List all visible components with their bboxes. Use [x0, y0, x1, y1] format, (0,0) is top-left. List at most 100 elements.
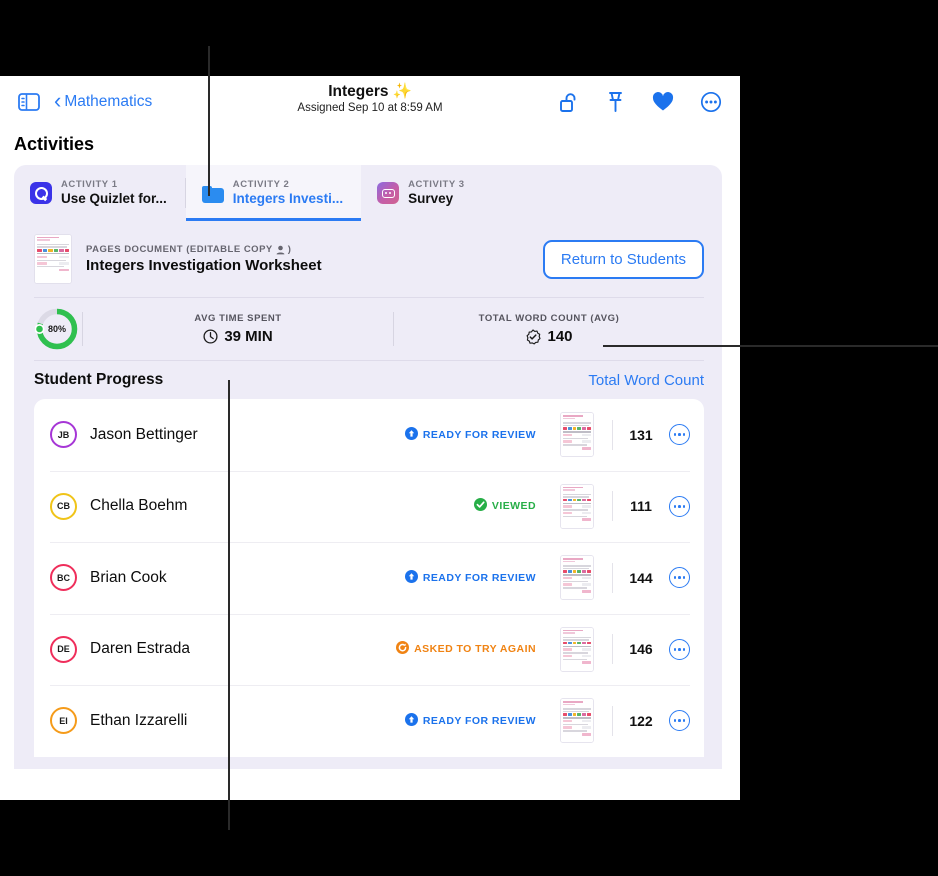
- pin-icon[interactable]: [605, 91, 626, 113]
- submission-thumbnail[interactable]: [560, 698, 594, 744]
- status-badge: READY FOR REVIEW: [404, 712, 536, 729]
- avatar-cb: CB: [50, 492, 77, 520]
- stat-label: TOTAL WORD COUNT (AVG): [478, 313, 620, 324]
- clock-icon: [203, 329, 218, 344]
- document-kicker: PAGES DOCUMENT (EDITABLE COPY ): [86, 244, 529, 255]
- word-count-value: 144: [629, 569, 653, 586]
- submission-thumbnail[interactable]: [560, 483, 594, 529]
- app-window: ‹ Mathematics Integers ✨ Assigned Sep 10…: [0, 76, 740, 800]
- quizlet-icon: [30, 182, 52, 204]
- submission-thumbnail[interactable]: [560, 555, 594, 601]
- student-name: Daren Estrada: [90, 640, 190, 658]
- tab-activity-2[interactable]: ACTIVITY 2 Integers Investi...: [185, 165, 362, 221]
- status-label: ASKED TO TRY AGAIN: [414, 643, 536, 656]
- folder-icon: [201, 182, 224, 204]
- tab-label: Survey: [408, 190, 454, 206]
- document-kicker-text: PAGES DOCUMENT (EDITABLE COPY: [86, 244, 273, 255]
- row-more-button[interactable]: [669, 567, 690, 589]
- student-progress-title: Student Progress: [34, 371, 164, 388]
- word-count-value: 146: [629, 641, 653, 658]
- avatar-jb: JB: [50, 421, 77, 449]
- student-name: Chella Boehm: [90, 497, 188, 515]
- activity-card: ACTIVITY 1 Use Quizlet for... ACTIVITY 2…: [14, 165, 722, 769]
- stat-total-word-count: TOTAL WORD COUNT (AVG) 140: [394, 313, 704, 345]
- stat-value: 140: [547, 328, 573, 345]
- callout-line-avg-time: [228, 380, 230, 830]
- student-name: Ethan Izzarelli: [90, 711, 188, 729]
- status-icon-ready: [404, 712, 418, 729]
- submission-thumbnail[interactable]: [560, 412, 594, 458]
- return-to-students-button[interactable]: Return to Students: [542, 239, 704, 279]
- avatar-de: DE: [50, 635, 77, 663]
- callout-line-activity-tab: [208, 46, 210, 196]
- student-row-1[interactable]: JB Jason Bettinger READY FOR REVIEW 131: [34, 399, 704, 471]
- status-badge: VIEWED: [473, 498, 536, 514]
- tab-kicker: ACTIVITY 1: [61, 178, 118, 190]
- seal-check-icon: [527, 328, 542, 344]
- page-title: Integers ✨: [328, 82, 412, 101]
- sidebar-toggle-icon[interactable]: [18, 93, 40, 111]
- page-title-text: Integers: [328, 82, 389, 100]
- status-label: READY FOR REVIEW: [422, 714, 536, 727]
- back-button[interactable]: ‹ Mathematics: [54, 88, 153, 113]
- tab-label: Integers Investi...: [232, 190, 344, 206]
- row-more-button[interactable]: [669, 424, 690, 446]
- status-label: READY FOR REVIEW: [422, 571, 536, 584]
- student-row-3[interactable]: BC Brian Cook READY FOR REVIEW 144: [34, 542, 704, 614]
- tab-kicker: ACTIVITY 2: [232, 178, 290, 190]
- sparkle-icon: ✨: [392, 83, 412, 100]
- row-more-button[interactable]: [669, 638, 690, 660]
- tab-activity-3[interactable]: ACTIVITY 3 Survey: [361, 165, 483, 221]
- stat-value-wrap: 140: [394, 328, 704, 345]
- word-count-value: 131: [629, 426, 653, 443]
- student-row-5[interactable]: EI Ethan Izzarelli READY FOR REVIEW 122: [34, 685, 704, 757]
- tab-activity-1[interactable]: ACTIVITY 1 Use Quizlet for...: [14, 165, 185, 221]
- completion-ring: 80%: [35, 307, 79, 351]
- document-thumbnail[interactable]: [34, 234, 72, 284]
- top-toolbar: ‹ Mathematics Integers ✨ Assigned Sep 10…: [0, 76, 740, 128]
- stats-row: 80% AVG TIME SPENT 39 MIN TOTAL WORD COU…: [14, 298, 722, 360]
- student-row-4[interactable]: DE Daren Estrada ASKED TO TRY AGAIN 146: [34, 613, 704, 686]
- status-label: VIEWED: [491, 500, 536, 513]
- status-badge: READY FOR REVIEW: [404, 569, 536, 586]
- document-kicker-end: ): [287, 244, 292, 255]
- student-row-2[interactable]: CB Chella Boehm VIEWED 111: [34, 470, 704, 543]
- tab-label: Use Quizlet for...: [61, 190, 167, 206]
- stat-avg-time-spent: AVG TIME SPENT 39 MIN: [83, 313, 393, 345]
- chevron-left-icon: ‹: [54, 88, 62, 113]
- student-progress-header: Student Progress Total Word Count: [14, 361, 722, 399]
- document-meta: PAGES DOCUMENT (EDITABLE COPY ) Integers…: [86, 244, 529, 274]
- row-more-button[interactable]: [669, 495, 690, 517]
- completion-percent: 80%: [47, 324, 66, 334]
- status-badge: ASKED TO TRY AGAIN: [396, 641, 536, 657]
- row-more-button[interactable]: [669, 710, 690, 732]
- avatar-ei: EI: [50, 707, 77, 735]
- unlock-icon[interactable]: [558, 92, 579, 113]
- toolbar-actions: [558, 91, 722, 113]
- more-circle-icon[interactable]: [700, 91, 722, 113]
- callout-line-word-count: [603, 345, 938, 347]
- document-row: PAGES DOCUMENT (EDITABLE COPY ) Integers…: [14, 221, 722, 297]
- submission-thumbnail[interactable]: [560, 626, 594, 672]
- stat-label: AVG TIME SPENT: [194, 313, 282, 324]
- document-name: Integers Investigation Worksheet: [86, 257, 322, 274]
- heart-icon[interactable]: [652, 92, 674, 112]
- total-word-count-link[interactable]: Total Word Count: [588, 372, 704, 389]
- tab-kicker: ACTIVITY 3: [408, 178, 465, 190]
- survey-icon: [377, 182, 400, 204]
- back-button-label: Mathematics: [64, 93, 153, 110]
- status-label: READY FOR REVIEW: [422, 428, 536, 441]
- stat-value: 39 MIN: [224, 328, 273, 345]
- word-count-value: 111: [630, 498, 652, 515]
- progress-ring-wrap: 80%: [32, 307, 82, 351]
- stat-value-wrap: 39 MIN: [83, 328, 393, 345]
- toolbar-left: ‹ Mathematics: [18, 88, 153, 113]
- status-icon-ready: [404, 426, 418, 443]
- activities-heading: Activities: [14, 134, 95, 154]
- person-icon: [276, 245, 285, 254]
- status-badge: READY FOR REVIEW: [404, 426, 536, 443]
- activity-tabs: ACTIVITY 1 Use Quizlet for... ACTIVITY 2…: [14, 165, 722, 221]
- student-name: Jason Bettinger: [90, 425, 198, 443]
- avatar-bc: BC: [50, 564, 77, 592]
- student-list: JB Jason Bettinger READY FOR REVIEW 131 …: [34, 399, 704, 757]
